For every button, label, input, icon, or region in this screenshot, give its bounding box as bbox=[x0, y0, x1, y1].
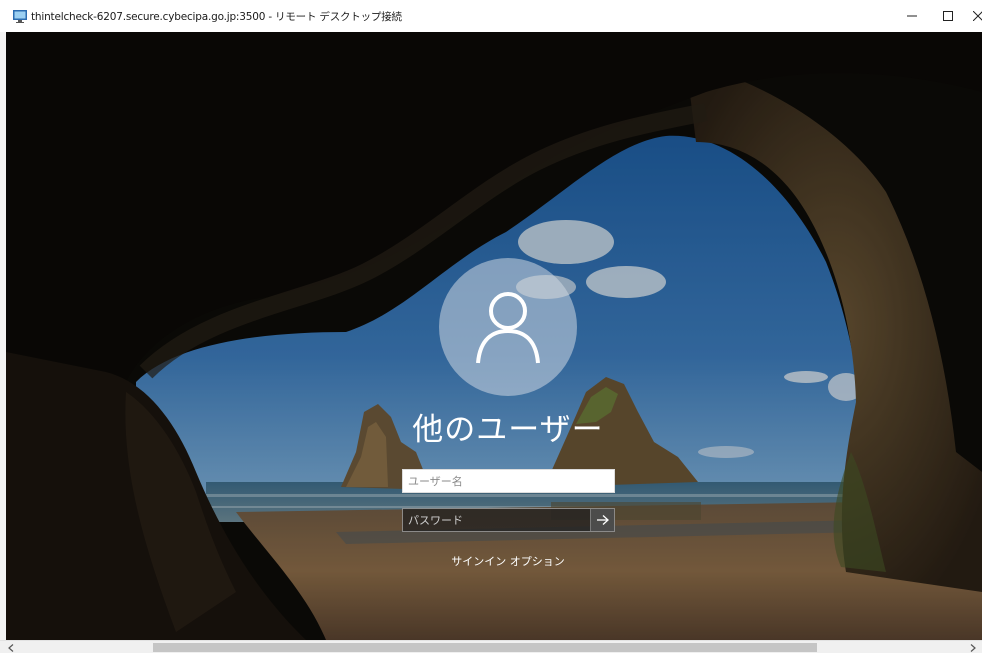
user-icon bbox=[476, 292, 540, 364]
password-input[interactable] bbox=[403, 509, 589, 531]
user-name-label: 他のユーザー bbox=[412, 412, 604, 448]
window-title: thintelcheck-6207.secure.cybecipa.go.jp:… bbox=[31, 11, 402, 23]
maximize-icon bbox=[943, 11, 953, 21]
chevron-right-icon bbox=[970, 643, 976, 652]
remote-desktop-icon bbox=[13, 10, 27, 23]
username-input[interactable] bbox=[402, 469, 615, 493]
password-field[interactable] bbox=[402, 508, 615, 532]
close-icon bbox=[973, 11, 982, 21]
window-title-bar[interactable]: thintelcheck-6207.secure.cybecipa.go.jp:… bbox=[0, 0, 982, 32]
arrow-right-icon bbox=[596, 515, 609, 525]
scroll-left-button[interactable] bbox=[4, 641, 17, 653]
scrollbar-thumb[interactable] bbox=[153, 643, 817, 652]
close-button[interactable] bbox=[958, 0, 982, 32]
signin-options-link[interactable]: サインイン オプション bbox=[6, 553, 982, 569]
minimize-icon bbox=[907, 15, 917, 17]
remote-desktop-viewport[interactable]: 他のユーザー サインイン オプション bbox=[6, 32, 982, 640]
minimize-button[interactable] bbox=[892, 0, 932, 32]
horizontal-scrollbar[interactable] bbox=[0, 640, 982, 653]
submit-button[interactable] bbox=[590, 509, 614, 531]
scroll-right-button[interactable] bbox=[966, 641, 979, 653]
chevron-left-icon bbox=[7, 643, 13, 652]
user-avatar bbox=[439, 258, 577, 396]
